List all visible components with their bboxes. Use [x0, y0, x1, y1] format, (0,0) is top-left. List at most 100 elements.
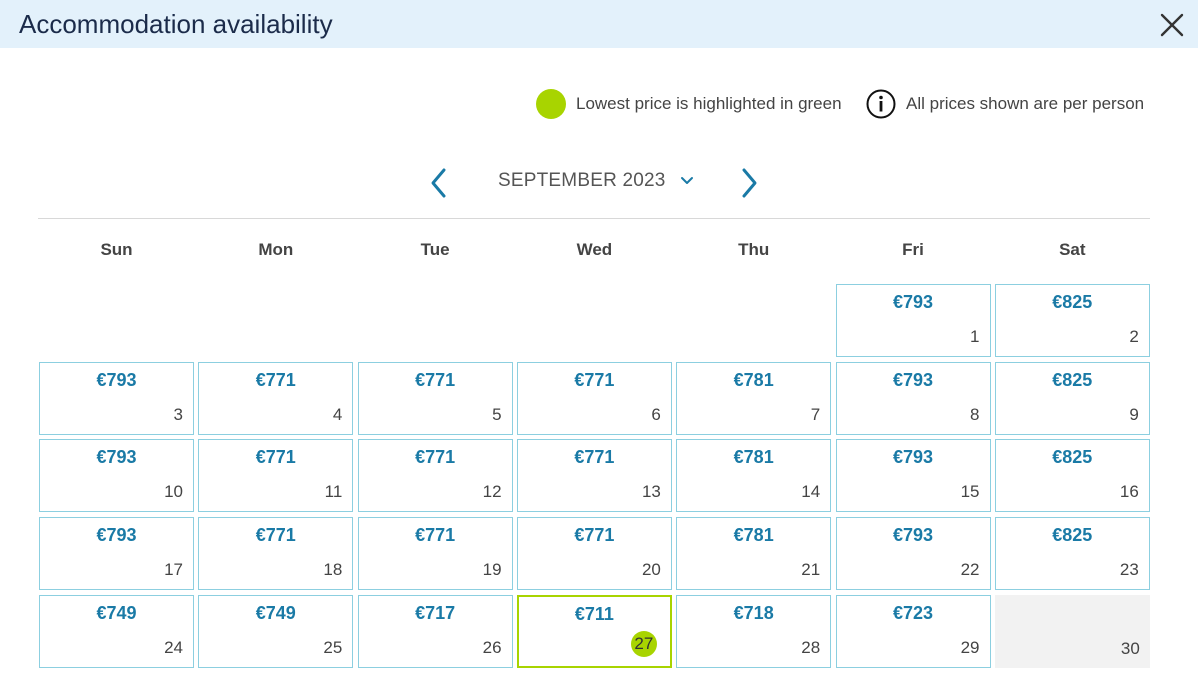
- day-price: €825: [1052, 525, 1093, 546]
- day-price: €793: [892, 292, 934, 312]
- next-month-button[interactable]: [737, 166, 761, 200]
- calendar-day-16[interactable]: €825 16: [994, 439, 1150, 513]
- day-number: 29: [960, 637, 980, 657]
- weekday-tue: Tue: [420, 240, 450, 259]
- month-select[interactable]: SEPTEMBER 2023: [498, 170, 694, 192]
- day-price: €771: [255, 525, 296, 546]
- weekday-wed: Wed: [576, 240, 613, 259]
- close-button[interactable]: [1158, 11, 1186, 39]
- day-number: 30: [1120, 638, 1140, 658]
- day-number: 9: [1129, 404, 1139, 424]
- day-number: 3: [173, 404, 183, 424]
- calendar-day-29[interactable]: €723 29: [835, 594, 991, 668]
- calendar-day-2[interactable]: €825 2: [994, 284, 1150, 357]
- day-number: 15: [960, 482, 980, 502]
- calendar-day-28[interactable]: €718 28: [676, 594, 832, 668]
- dialog-header: Accommodation availability: [0, 0, 1198, 48]
- calendar-day-9[interactable]: €825 9: [994, 361, 1150, 435]
- month-navigation: SEPTEMBER 2023: [0, 166, 1198, 202]
- weekday-thu: Thu: [738, 240, 770, 259]
- dialog-title: Accommodation availability: [19, 9, 333, 39]
- day-price: €749: [96, 602, 137, 623]
- day-price: €793: [96, 369, 137, 390]
- calendar-day-25[interactable]: €749 25: [198, 594, 354, 668]
- calendar-day-17[interactable]: €793 17: [39, 517, 194, 591]
- calendar-day-26[interactable]: €717 26: [357, 594, 513, 668]
- day-price: €793: [892, 447, 934, 468]
- day-price: €771: [574, 447, 615, 468]
- legend-per-person-text: All prices shown are per person: [906, 94, 1145, 113]
- day-number: 18: [323, 560, 343, 580]
- calendar-day-21[interactable]: €781 21: [676, 517, 832, 591]
- day-price: €781: [733, 525, 774, 546]
- day-price: €711: [574, 603, 614, 624]
- chevron-down-icon: [680, 177, 693, 184]
- day-number: 4: [332, 404, 343, 424]
- day-price: €723: [892, 602, 934, 623]
- day-number: 13: [641, 482, 661, 502]
- previous-month-button[interactable]: [427, 166, 451, 200]
- day-price: €825: [1052, 447, 1093, 468]
- day-number: 6: [651, 404, 661, 424]
- chevron-left-icon: [431, 168, 446, 198]
- calendar-day-19[interactable]: €771 19: [357, 517, 513, 591]
- chevron-right-icon: [742, 168, 757, 198]
- weekday-mon: Mon: [258, 240, 294, 259]
- day-price: €771: [255, 447, 296, 468]
- day-price: €793: [892, 369, 934, 390]
- calendar-day-4[interactable]: €771 4: [198, 361, 354, 435]
- calendar-day-14[interactable]: €781 14: [676, 439, 832, 513]
- green-dot-icon: [536, 89, 566, 119]
- calendar-day-11[interactable]: €771 11: [198, 439, 354, 513]
- day-number: 7: [810, 404, 821, 424]
- weekday-sun: Sun: [100, 240, 133, 259]
- day-price: €771: [574, 369, 615, 390]
- calendar-day-30: 30: [994, 594, 1150, 668]
- day-number: 12: [482, 482, 502, 502]
- day-number: 25: [323, 637, 343, 657]
- day-price: €781: [733, 369, 774, 390]
- day-price: €781: [733, 447, 774, 468]
- day-price: €771: [415, 369, 456, 390]
- calendar-day-18[interactable]: €771 18: [198, 517, 354, 591]
- day-number: 2: [1129, 327, 1139, 346]
- day-price: €771: [255, 369, 296, 390]
- day-price: €771: [415, 525, 456, 546]
- divider: [38, 218, 1150, 219]
- calendar-day-6[interactable]: €771 6: [516, 361, 672, 435]
- calendar-day-3[interactable]: €793 3: [39, 361, 194, 435]
- calendar-day-7[interactable]: €781 7: [676, 361, 832, 435]
- day-number: 22: [960, 560, 980, 580]
- day-number: 26: [482, 637, 502, 657]
- calendar-day-1[interactable]: €793 1: [835, 284, 991, 357]
- day-number: 8: [970, 404, 980, 424]
- day-number: 21: [801, 560, 821, 580]
- calendar-day-24[interactable]: €749 24: [39, 594, 194, 668]
- calendar-day-27[interactable]: €711 27: [516, 594, 672, 668]
- info-icon: [866, 89, 896, 119]
- day-price: €793: [96, 447, 137, 468]
- day-number: 1: [970, 327, 980, 346]
- day-number: 24: [164, 637, 183, 657]
- calendar-day-10[interactable]: €793 10: [39, 439, 194, 513]
- weekday-fri: Fri: [902, 240, 924, 259]
- day-number: 11: [324, 482, 343, 502]
- day-number: 20: [641, 560, 661, 580]
- day-number: 5: [492, 404, 502, 424]
- day-price: €717: [415, 602, 456, 623]
- calendar-day-23[interactable]: €825 23: [994, 517, 1150, 591]
- legend-lowest-price: Lowest price is highlighted in green: [536, 88, 842, 120]
- day-price: €771: [415, 447, 456, 468]
- calendar-day-15[interactable]: €793 15: [835, 439, 991, 513]
- calendar-day-5[interactable]: €771 5: [357, 361, 513, 435]
- day-number: 16: [1119, 482, 1139, 502]
- calendar-day-8[interactable]: €793 8: [835, 361, 991, 435]
- day-price: €825: [1052, 292, 1093, 312]
- calendar-day-12[interactable]: €771 12: [357, 439, 513, 513]
- legend-per-person: All prices shown are per person: [866, 88, 1144, 120]
- calendar-day-20[interactable]: €771 20: [516, 517, 672, 591]
- day-number: 23: [1119, 560, 1139, 580]
- calendar-day-13[interactable]: €771 13: [516, 439, 672, 513]
- day-number: 14: [801, 482, 821, 502]
- calendar-day-22[interactable]: €793 22: [835, 517, 991, 591]
